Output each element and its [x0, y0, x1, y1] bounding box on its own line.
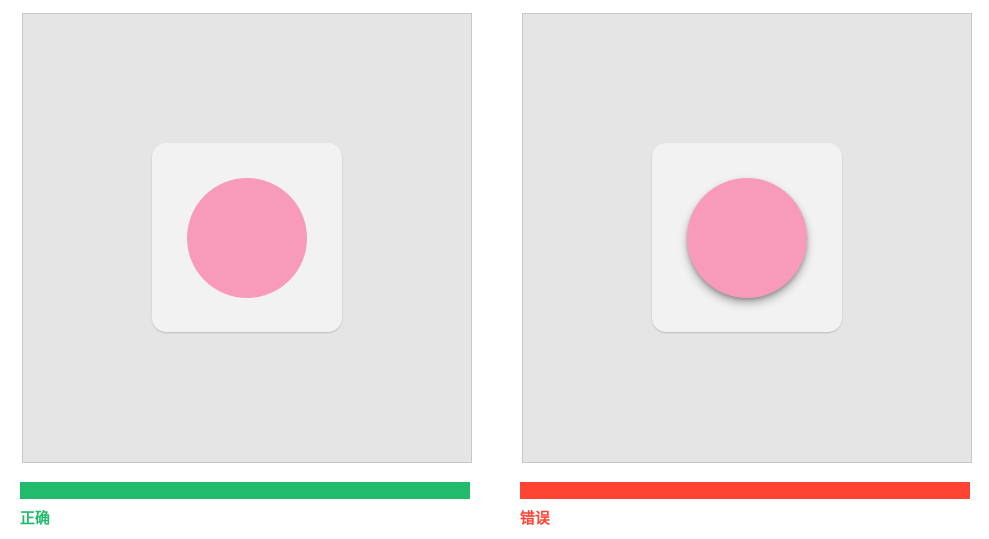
correct-status-bar [20, 482, 470, 499]
icon-tile [652, 143, 842, 332]
correct-label: 正确 [20, 509, 51, 527]
correct-example-panel [22, 13, 472, 463]
icon-tile [152, 143, 342, 332]
pink-circle-with-shadow-icon [687, 178, 807, 298]
pink-circle-icon [187, 178, 307, 298]
wrong-example-panel [522, 13, 972, 463]
wrong-label: 错误 [520, 509, 551, 527]
wrong-status-bar [520, 482, 970, 499]
